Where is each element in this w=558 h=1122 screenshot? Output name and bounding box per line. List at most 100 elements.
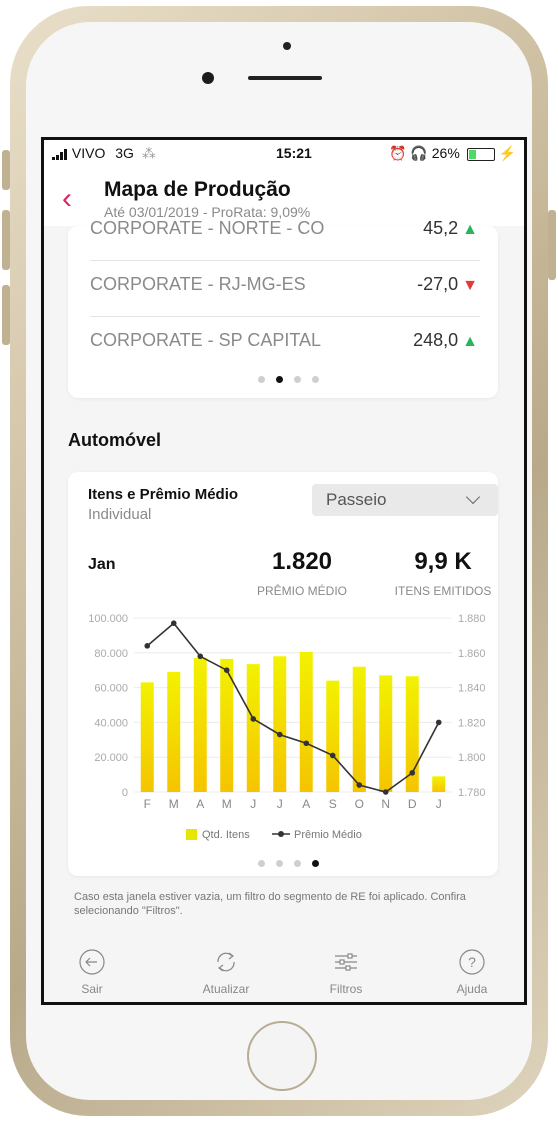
y-left-tick-label: 80.000 — [94, 648, 128, 660]
front-camera — [202, 72, 214, 84]
tab-label: Filtros — [329, 982, 363, 996]
volume-up-button — [2, 210, 10, 270]
line-point — [356, 782, 363, 788]
trend-up-icon: ▲ — [462, 333, 478, 350]
battery-percent: 26% — [431, 145, 460, 161]
y-right-tick-label: 1.780 — [458, 787, 486, 799]
section-title: Automóvel — [68, 430, 162, 450]
page-indicator[interactable] — [258, 860, 319, 867]
x-tick-label: O — [355, 797, 364, 811]
line-point — [329, 752, 336, 759]
x-tick-label: J — [436, 797, 442, 811]
y-left-tick-label: 40.000 — [94, 717, 128, 729]
signal-icon — [52, 148, 67, 160]
charging-icon: ⚡ — [498, 145, 516, 161]
region-value: 45,2 ▲ — [423, 218, 478, 238]
region-label: CORPORATE - NORTE - CO — [90, 218, 325, 238]
svg-text:?: ? — [468, 954, 476, 970]
page-indicator[interactable] — [258, 376, 319, 383]
page-dot[interactable] — [294, 376, 301, 383]
home-button[interactable] — [247, 1021, 317, 1091]
page-dot[interactable] — [294, 860, 301, 867]
page-title: Mapa de Produção — [104, 178, 291, 201]
page-dot[interactable] — [258, 860, 265, 867]
x-tick-label: J — [277, 797, 283, 811]
line-point — [250, 716, 257, 722]
tab-label: Sair — [81, 982, 103, 996]
line-point — [435, 719, 442, 726]
earpiece-speaker — [248, 76, 322, 80]
y-right-tick-label: 1.800 — [458, 752, 486, 764]
mute-switch — [2, 150, 10, 190]
bar — [352, 666, 366, 792]
card-title: Itens e Prêmio Médio — [88, 486, 239, 503]
line-point — [409, 770, 416, 776]
dropdown-value: Passeio — [326, 490, 387, 509]
bar — [193, 658, 207, 792]
y-left-tick-label: 100.000 — [88, 613, 128, 625]
chevron-down-icon — [465, 489, 481, 505]
tab-sair[interactable]: Sair — [52, 940, 132, 996]
x-tick-label: J — [250, 797, 256, 811]
bar — [167, 671, 181, 792]
y-left-tick-label: 20.000 — [94, 752, 128, 764]
line-point — [170, 620, 177, 627]
tab-bar: Sair Atualizar Filtros ? Ajuda — [44, 940, 524, 1002]
filter-icon — [335, 953, 357, 971]
bar — [379, 675, 393, 792]
region-label: CORPORATE - SP CAPITAL — [90, 330, 322, 350]
trend-down-icon: ▼ — [462, 277, 478, 294]
line-point — [223, 667, 230, 673]
tab-atualizar[interactable]: Atualizar — [186, 940, 266, 996]
bar — [299, 651, 313, 792]
headphones-icon: 🎧 — [410, 145, 428, 161]
bar — [432, 776, 446, 792]
series-line — [146, 622, 440, 793]
volume-down-button — [2, 285, 10, 345]
page-dot[interactable] — [312, 860, 319, 867]
back-icon[interactable]: ‹ — [62, 184, 72, 214]
line-point — [144, 643, 151, 649]
line-point — [276, 731, 283, 738]
list-item[interactable]: CORPORATE - NORTE - CO 45,2 ▲ — [90, 204, 480, 261]
list-item[interactable]: CORPORATE - RJ-MG-ES -27,0 ▼ — [90, 260, 480, 317]
y-left-tick-label: 60.000 — [94, 683, 128, 695]
x-tick-label: M — [222, 797, 232, 811]
carrier-info: VIVO 3G ⁂ — [52, 145, 156, 162]
kpi-itens-label: ITENS EMITIDOS — [394, 584, 492, 598]
bar — [246, 664, 260, 792]
tab-ajuda[interactable]: ? Ajuda — [432, 940, 512, 996]
line-point — [303, 740, 310, 747]
x-tick-label: S — [329, 797, 337, 811]
bar — [273, 656, 287, 792]
carrier-name: VIVO — [71, 145, 106, 161]
alarm-icon: ⏰ — [389, 145, 407, 161]
footnote: Caso esta janela estiver vazia, um filtr… — [74, 891, 466, 917]
region-value: 248,0 ▲ — [413, 330, 478, 350]
bar — [326, 680, 340, 792]
page-dot[interactable] — [276, 376, 283, 383]
production-chart[interactable]: 100.000 1.880 80.000 1.860 60.000 1.840 40.000… — [68, 606, 498, 876]
kpi-itens-value: 9,9 K — [414, 548, 472, 575]
app-screen: VIVO 3G ⁂ 15:21 ⏰ 🎧 26% ⚡ ‹ Mapa de Prod… — [41, 137, 527, 1005]
page-dot[interactable] — [312, 376, 319, 383]
page-dot[interactable] — [276, 860, 283, 867]
chart-card: Itens e Prêmio Médio Individual Passeio … — [68, 472, 498, 876]
legend-label-bars: Qtd. Itens — [202, 829, 250, 841]
power-button — [548, 210, 556, 280]
clock: 15:21 — [276, 145, 312, 161]
y-left-tick-label: 0 — [122, 787, 128, 799]
help-icon: ? — [459, 949, 485, 975]
line-point — [382, 789, 389, 795]
tab-filtros[interactable]: Filtros — [306, 940, 386, 996]
exit-icon — [79, 949, 105, 975]
page-dot[interactable] — [258, 376, 265, 383]
bar — [140, 682, 154, 792]
region-label: CORPORATE - RJ-MG-ES — [90, 274, 306, 294]
x-tick-label: N — [381, 797, 390, 811]
legend-swatch-bars — [186, 829, 197, 840]
list-item[interactable]: CORPORATE - SP CAPITAL 248,0 ▲ — [90, 316, 480, 372]
y-right-tick-label: 1.860 — [458, 648, 486, 660]
tab-label: Ajuda — [456, 982, 488, 996]
category-dropdown[interactable]: Passeio — [312, 484, 498, 516]
